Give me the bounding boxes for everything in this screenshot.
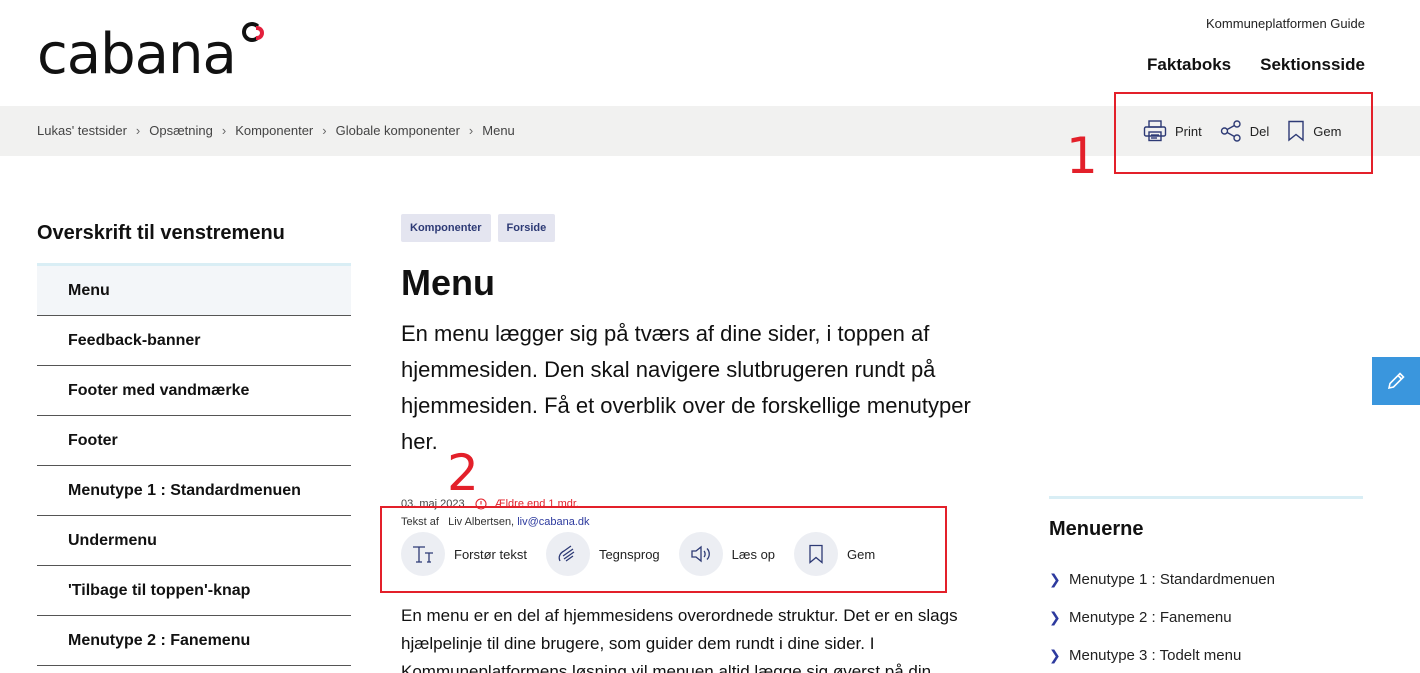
annotation-box-1	[1114, 92, 1373, 174]
chevron-right-icon: ❯	[1049, 646, 1061, 663]
breadcrumb-current: Menu	[482, 123, 515, 138]
edit-button[interactable]	[1372, 357, 1420, 405]
annotation-box-2	[380, 506, 947, 593]
article-lead: En menu lægger sig på tværs af dine side…	[401, 321, 971, 454]
page-title: Menu	[401, 262, 495, 303]
related-link[interactable]: ❯ Menutype 2 : Fanemenu	[1049, 598, 1363, 636]
logo-mark-icon	[241, 22, 268, 48]
left-menu: Overskrift til venstremenu Menu Feedback…	[37, 222, 351, 666]
breadcrumb-item[interactable]: Komponenter	[235, 123, 313, 138]
related-link[interactable]: ❯ Menutype 1 : Standardmenuen	[1049, 560, 1363, 598]
left-menu-item[interactable]: Footer	[37, 416, 351, 466]
tag-list: Komponenter Forside	[401, 214, 1001, 242]
chevron-right-icon: ›	[468, 123, 474, 138]
guide-link[interactable]: Kommuneplatformen Guide	[1206, 16, 1365, 31]
left-menu-title: Overskrift til venstremenu	[37, 222, 285, 244]
related-link-label: Menutype 2 : Fanemenu	[1069, 608, 1232, 626]
left-menu-list: Menu Feedback-banner Footer med vandmærk…	[37, 263, 351, 666]
related-list: ❯ Menutype 1 : Standardmenuen ❯ Menutype…	[1049, 560, 1363, 673]
left-menu-item[interactable]: Feedback-banner	[37, 316, 351, 366]
related-link[interactable]: ❯ Menutype 3 : Todelt menu	[1049, 636, 1363, 673]
tag-badge[interactable]: Forside	[497, 214, 556, 242]
article: Komponenter Forside Menu En menu lægger …	[401, 214, 1001, 673]
left-menu-item-menu[interactable]: Menu	[37, 266, 351, 316]
chevron-right-icon: ›	[221, 123, 227, 138]
site-header: cabana Kommuneplatformen Guide Faktaboks…	[0, 0, 1420, 106]
breadcrumb-item[interactable]: Globale komponenter	[336, 123, 460, 138]
nav-item-faktaboks[interactable]: Faktaboks	[1147, 55, 1231, 75]
left-menu-item[interactable]: Undermenu	[37, 516, 351, 566]
left-menu-item[interactable]: Menutype 1 : Standardmenuen	[37, 466, 351, 516]
breadcrumb-item[interactable]: Opsætning	[149, 123, 213, 138]
chevron-right-icon: ❯	[1049, 608, 1061, 625]
main-nav: Faktaboks Sektionsside	[1147, 55, 1365, 75]
chevron-right-icon: ❯	[1049, 570, 1061, 587]
logo-wordmark: cabana	[37, 22, 237, 87]
left-menu-item[interactable]: 'Tilbage til toppen'-knap	[37, 566, 351, 616]
annotation-number-2: 2	[447, 444, 479, 502]
nav-item-sektionsside[interactable]: Sektionsside	[1260, 55, 1365, 75]
breadcrumb: Lukas' testsider › Opsætning › Komponent…	[37, 123, 515, 138]
chevron-right-icon: ›	[322, 123, 327, 138]
pencil-icon	[1387, 372, 1405, 390]
left-menu-item[interactable]: Footer med vandmærke	[37, 366, 351, 416]
annotation-number-1: 1	[1066, 127, 1098, 185]
related-link-label: Menutype 3 : Todelt menu	[1069, 646, 1242, 664]
tag-badge[interactable]: Komponenter	[401, 214, 491, 242]
chevron-right-icon: ›	[135, 123, 141, 138]
cabana-logo[interactable]: cabana	[37, 20, 268, 90]
left-menu-item[interactable]: Menutype 2 : Fanemenu	[37, 616, 351, 666]
related-panel-title: Menuerne	[1049, 518, 1144, 540]
related-menu-panel: Menuerne ❯ Menutype 1 : Standardmenuen ❯…	[1049, 496, 1363, 673]
related-link-label: Menutype 1 : Standardmenuen	[1069, 570, 1275, 588]
article-body: En menu er en del af hjemmesidens overor…	[401, 606, 958, 673]
breadcrumb-item[interactable]: Lukas' testsider	[37, 123, 127, 138]
